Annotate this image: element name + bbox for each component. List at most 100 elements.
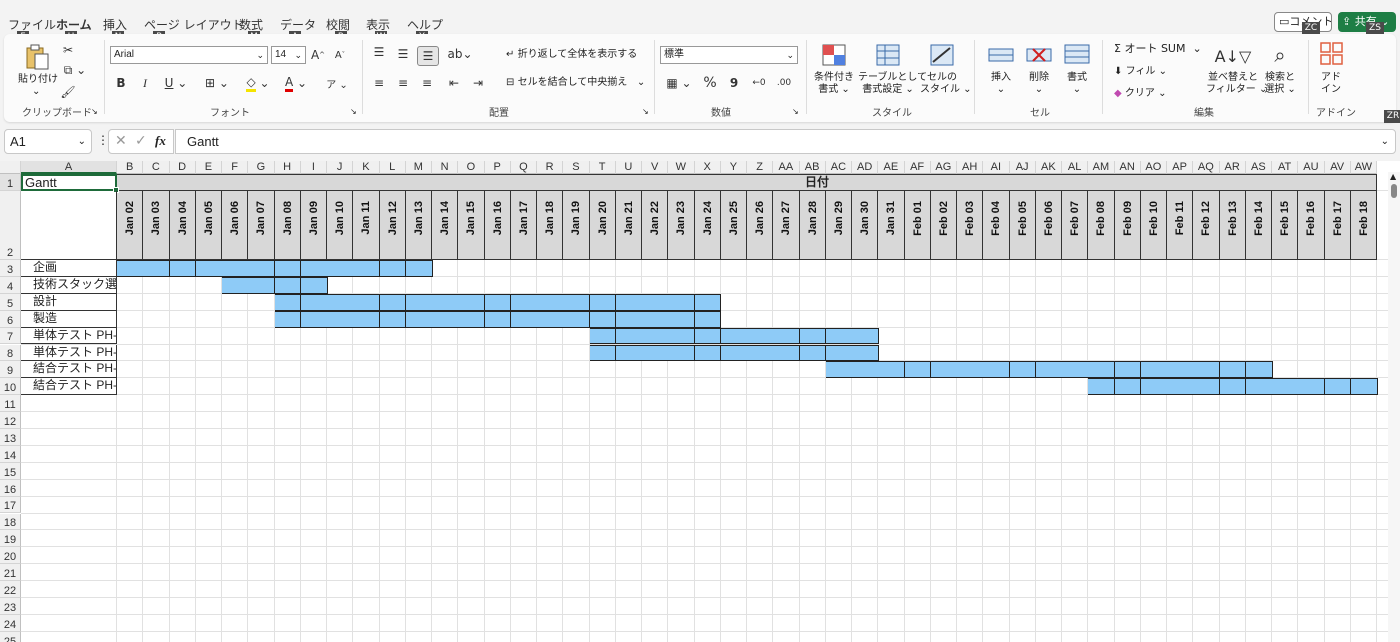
gantt-bar-cell[interactable] bbox=[825, 344, 853, 362]
gantt-bar-cell[interactable] bbox=[327, 260, 354, 277]
column-header-ah[interactable]: AH bbox=[957, 161, 984, 174]
align-bottom-icon[interactable]: ☰ bbox=[417, 46, 439, 66]
gantt-bar-cell[interactable] bbox=[799, 344, 827, 362]
row-header-15[interactable]: 15 bbox=[0, 462, 21, 480]
decrease-indent-icon[interactable]: ⇤ bbox=[445, 75, 463, 91]
gantt-bar-cell[interactable] bbox=[484, 310, 512, 328]
row-header-21[interactable]: 21 bbox=[0, 564, 21, 582]
column-header-g[interactable]: G bbox=[248, 161, 275, 174]
align-right-icon[interactable]: ≡ bbox=[418, 75, 436, 91]
column-header-ag[interactable]: AG bbox=[930, 161, 957, 174]
row-header-18[interactable]: 18 bbox=[0, 513, 21, 531]
column-header-au[interactable]: AU bbox=[1298, 161, 1325, 174]
gantt-bar-cell[interactable] bbox=[563, 293, 590, 311]
gantt-bar-cell[interactable] bbox=[1272, 378, 1299, 396]
column-header-j[interactable]: J bbox=[327, 161, 354, 174]
gantt-bar-cell[interactable] bbox=[747, 344, 774, 362]
cell-a1[interactable]: Gantt bbox=[21, 174, 117, 191]
gantt-bar-cell[interactable] bbox=[852, 344, 879, 362]
column-header-m[interactable]: M bbox=[405, 161, 432, 174]
format-painter-icon[interactable]: 🖌 bbox=[60, 84, 76, 100]
paste-dropdown-icon[interactable]: ⌄ bbox=[32, 86, 40, 98]
column-header-aq[interactable]: AQ bbox=[1193, 161, 1220, 174]
row-header-2[interactable]: 2 bbox=[0, 191, 21, 260]
column-header-w[interactable]: W bbox=[668, 161, 695, 174]
row-header-4[interactable]: 4 bbox=[0, 276, 21, 294]
decrease-decimal-icon[interactable]: .00 bbox=[775, 75, 793, 91]
addins-icon[interactable] bbox=[1320, 42, 1344, 70]
gantt-bar-cell[interactable] bbox=[379, 293, 407, 311]
gantt-bar-cell[interactable] bbox=[589, 327, 617, 345]
gantt-bar-cell[interactable] bbox=[720, 327, 748, 345]
column-header-ad[interactable]: AD bbox=[852, 161, 879, 174]
orientation-icon[interactable]: ab⌄ bbox=[445, 46, 475, 62]
conditional-format-button[interactable]: 条件付き 書式 ⌄ bbox=[812, 72, 856, 96]
column-header-k[interactable]: K bbox=[353, 161, 380, 174]
cancel-icon[interactable]: ✕ bbox=[115, 133, 127, 149]
row-header-20[interactable]: 20 bbox=[0, 547, 21, 565]
task-name[interactable]: 設計 bbox=[21, 293, 117, 311]
column-header-ar[interactable]: AR bbox=[1219, 161, 1246, 174]
column-header-r[interactable]: R bbox=[537, 161, 564, 174]
column-header-q[interactable]: Q bbox=[510, 161, 537, 174]
column-header-y[interactable]: Y bbox=[720, 161, 747, 174]
addins-button[interactable]: アド イン bbox=[1314, 72, 1348, 96]
cell-a2[interactable] bbox=[21, 191, 117, 260]
gantt-bar-cell[interactable] bbox=[852, 327, 879, 345]
gantt-bar-cell[interactable] bbox=[1035, 361, 1063, 379]
gantt-bar-cell[interactable] bbox=[720, 344, 748, 362]
column-header-aw[interactable]: AW bbox=[1350, 161, 1377, 174]
expand-formula-icon[interactable]: ⌄ bbox=[1381, 130, 1389, 153]
gantt-bar-cell[interactable] bbox=[1193, 378, 1220, 396]
gantt-bar-cell[interactable] bbox=[248, 276, 275, 294]
column-header-s[interactable]: S bbox=[563, 161, 590, 174]
gantt-bar-cell[interactable] bbox=[668, 344, 695, 362]
task-name[interactable]: 製造 bbox=[21, 310, 117, 328]
borders-icon[interactable]: ⊞ ⌄ bbox=[200, 75, 234, 91]
delete-cells-icon[interactable] bbox=[1026, 46, 1052, 68]
column-header-u[interactable]: U bbox=[615, 161, 642, 174]
gantt-bar-cell[interactable] bbox=[852, 361, 879, 379]
gantt-bar-cell[interactable] bbox=[300, 293, 328, 311]
gantt-bar-cell[interactable] bbox=[773, 344, 800, 362]
align-center-icon[interactable]: ≡ bbox=[394, 75, 412, 91]
gantt-bar-cell[interactable] bbox=[1219, 361, 1247, 379]
fill-color-icon[interactable]: ◇ ⌄ bbox=[242, 75, 274, 92]
task-name[interactable]: 結合テスト PH-2 bbox=[21, 378, 117, 396]
row-header-13[interactable]: 13 bbox=[0, 429, 21, 446]
gantt-bar-cell[interactable] bbox=[589, 293, 617, 311]
row-header-7[interactable]: 7 bbox=[0, 327, 21, 345]
gantt-bar-cell[interactable] bbox=[694, 310, 722, 328]
delete-cells-button[interactable]: 削除 ⌄ bbox=[1022, 72, 1056, 96]
gantt-bar-cell[interactable] bbox=[668, 327, 695, 345]
insert-cells-icon[interactable] bbox=[988, 46, 1014, 68]
gantt-bar-cell[interactable] bbox=[458, 310, 485, 328]
gantt-bar-cell[interactable] bbox=[300, 310, 328, 328]
gantt-bar-cell[interactable] bbox=[300, 276, 328, 294]
gantt-bar-cell[interactable] bbox=[537, 293, 564, 311]
percent-button[interactable]: % bbox=[702, 75, 718, 91]
format-cells-icon[interactable] bbox=[1064, 44, 1090, 68]
italic-button[interactable]: I bbox=[137, 75, 153, 91]
gantt-bar-cell[interactable] bbox=[537, 310, 564, 328]
column-header-b[interactable]: B bbox=[117, 161, 144, 174]
column-header-e[interactable]: E bbox=[195, 161, 222, 174]
task-name[interactable]: 技術スタック選定 bbox=[21, 276, 117, 294]
gantt-bar-cell[interactable] bbox=[615, 327, 643, 345]
gantt-bar-cell[interactable] bbox=[1009, 361, 1037, 379]
merge-center-button[interactable]: ⊟ セルを結合して中央揃え ⌄ bbox=[506, 77, 645, 89]
bold-button[interactable]: B bbox=[113, 75, 129, 91]
gantt-bar-cell[interactable] bbox=[642, 344, 669, 362]
row-header-6[interactable]: 6 bbox=[0, 310, 21, 328]
column-header-av[interactable]: AV bbox=[1324, 161, 1351, 174]
row-header-22[interactable]: 22 bbox=[0, 581, 21, 598]
comma-button[interactable]: 9 bbox=[726, 75, 742, 91]
font-name-select[interactable]: Arial ⌄ bbox=[110, 46, 268, 64]
row-header-24[interactable]: 24 bbox=[0, 614, 21, 632]
increase-indent-icon[interactable]: ⇥ bbox=[469, 75, 487, 91]
accounting-icon[interactable]: ▦ ⌄ bbox=[662, 75, 696, 91]
column-header-aj[interactable]: AJ bbox=[1009, 161, 1036, 174]
gantt-bar-cell[interactable] bbox=[668, 293, 695, 311]
gantt-bar-cell[interactable] bbox=[904, 361, 932, 379]
gantt-bar-cell[interactable] bbox=[694, 344, 722, 362]
